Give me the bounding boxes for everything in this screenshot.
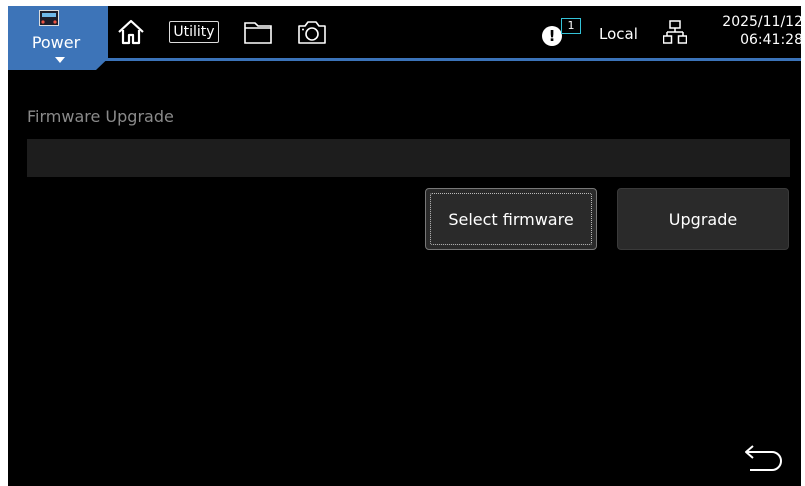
screen-bezel-left [0, 0, 8, 486]
home-button[interactable] [112, 14, 150, 50]
firmware-path-field[interactable] [27, 139, 790, 177]
clock-date: 2025/11/12 [722, 14, 803, 30]
screen-bezel-right [801, 0, 805, 486]
upgrade-label: Upgrade [668, 209, 738, 229]
folder-icon [244, 22, 272, 44]
camera-icon [298, 21, 326, 44]
clock-time: 06:41:28 [740, 32, 803, 48]
network-status-button[interactable] [662, 20, 688, 46]
select-firmware-label: Select firmware [448, 209, 574, 229]
power-supply-icon [39, 10, 59, 26]
select-firmware-button[interactable]: Select firmware [425, 188, 597, 250]
utility-button[interactable]: Utility [165, 14, 223, 50]
top-bar-divider [8, 58, 801, 61]
file-manager-button[interactable] [239, 14, 279, 50]
power-menu-tab[interactable]: Power [8, 6, 108, 70]
back-arrow-icon [745, 445, 782, 471]
utility-label: Utility [169, 21, 219, 43]
system-clock: 2025/11/12 06:41:28 [703, 13, 803, 49]
caret-down-icon [55, 57, 65, 63]
page-title: Firmware Upgrade [27, 107, 174, 126]
connection-mode-label: Local [599, 25, 638, 43]
alert-count-badge: 1 [561, 18, 581, 34]
screenshot-button[interactable] [292, 14, 332, 50]
home-icon [118, 19, 144, 45]
alert-icon: ! [542, 26, 562, 46]
upgrade-button[interactable]: Upgrade [617, 188, 789, 250]
back-button[interactable] [740, 442, 786, 478]
power-tab-label: Power [31, 33, 81, 52]
alert-button[interactable]: ! 1 [538, 14, 582, 50]
network-icon [662, 20, 688, 44]
